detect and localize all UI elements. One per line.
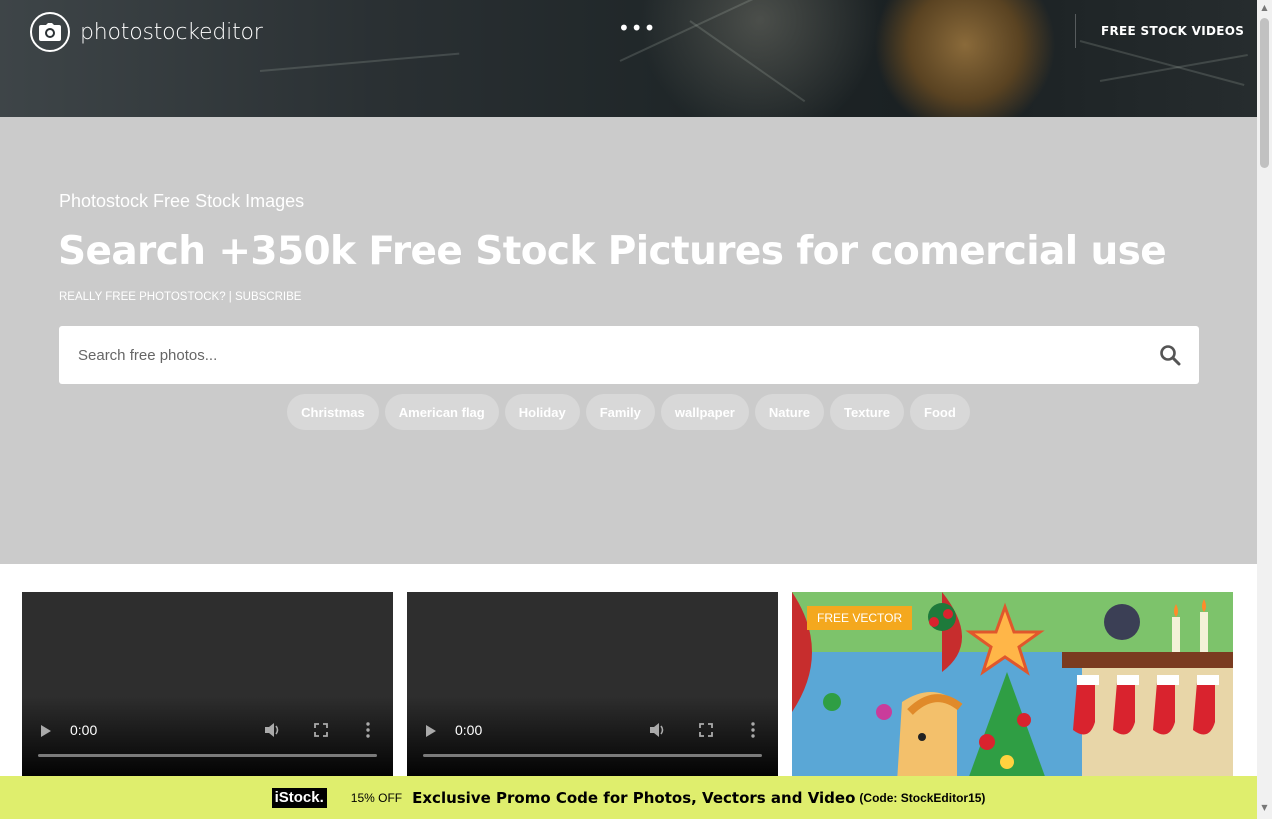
volume-icon[interactable] [649,722,667,738]
really-free-link[interactable]: REALLY FREE PHOTOSTOCK? [59,291,226,303]
tag-holiday[interactable]: Holiday [504,394,580,430]
decor-branch [259,52,460,72]
decor-branch [1099,53,1248,82]
scroll-thumb[interactable] [1260,18,1269,168]
volume-icon[interactable] [264,722,282,738]
vector-card[interactable]: FREE VECTOR [792,592,1233,782]
video-time: 0:00 [455,722,483,738]
video-controls: 0:00 [407,710,778,750]
tag-food[interactable]: Food [910,394,970,430]
video-card[interactable]: 0:00 [22,592,393,782]
page-title: Search +350k Free Stock Pictures for com… [58,229,1167,274]
fullscreen-icon[interactable] [699,723,713,737]
istock-logo: iStock. [271,787,327,808]
camera-icon [30,12,70,52]
link-separator: | [225,291,235,303]
search-input[interactable] [59,326,1145,384]
search-icon[interactable] [1159,344,1183,368]
search-box [59,326,1199,384]
promo-headline: Exclusive Promo Code for Photos, Vectors… [412,788,856,807]
tag-list: Christmas American flag Holiday Family w… [0,394,1257,430]
video-progress-bar[interactable] [423,754,762,757]
promo-bar[interactable]: iStock. 15% OFF Exclusive Promo Code for… [0,776,1257,819]
header-divider [1075,14,1076,48]
scroll-up-icon[interactable]: ▲ [1260,3,1269,12]
promo-code: (Code: StockEditor15) [859,790,986,805]
hero-links: REALLY FREE PHOTOSTOCK? | SUBSCRIBE [59,291,301,303]
video-options-icon[interactable] [365,722,371,738]
free-vector-badge: FREE VECTOR [807,606,913,630]
tag-nature[interactable]: Nature [754,394,825,430]
promo-discount: 15% OFF [350,790,403,805]
scrollbar[interactable]: ▲ ▼ [1257,0,1272,819]
video-options-icon[interactable] [750,722,756,738]
fullscreen-icon[interactable] [314,723,328,737]
scroll-down-icon[interactable]: ▼ [1260,803,1269,812]
video-controls: 0:00 [22,710,393,750]
tag-family[interactable]: Family [585,394,655,430]
hero: Photostock Free Stock Images Search +350… [0,117,1257,564]
video-time: 0:00 [70,722,98,738]
play-icon[interactable] [425,724,437,738]
subscribe-link[interactable]: SUBSCRIBE [235,291,301,303]
more-menu-icon[interactable]: ••• [618,18,656,38]
logo-text: photostockeditor [80,19,263,45]
logo[interactable]: photostockeditor [30,12,263,52]
decor-branch [689,20,806,103]
play-icon[interactable] [40,724,52,738]
free-stock-videos-link[interactable]: FREE STOCK VIDEOS [1101,24,1244,38]
tag-christmas[interactable]: Christmas [287,394,379,430]
tag-texture[interactable]: Texture [830,394,905,430]
header: photostockeditor ••• FREE STOCK VIDEOS [0,0,1257,117]
tag-wallpaper[interactable]: wallpaper [660,394,749,430]
video-progress-bar[interactable] [38,754,377,757]
tag-american-flag[interactable]: American flag [384,394,499,430]
video-card[interactable]: 0:00 [407,592,778,782]
hero-subtitle: Photostock Free Stock Images [59,191,305,211]
